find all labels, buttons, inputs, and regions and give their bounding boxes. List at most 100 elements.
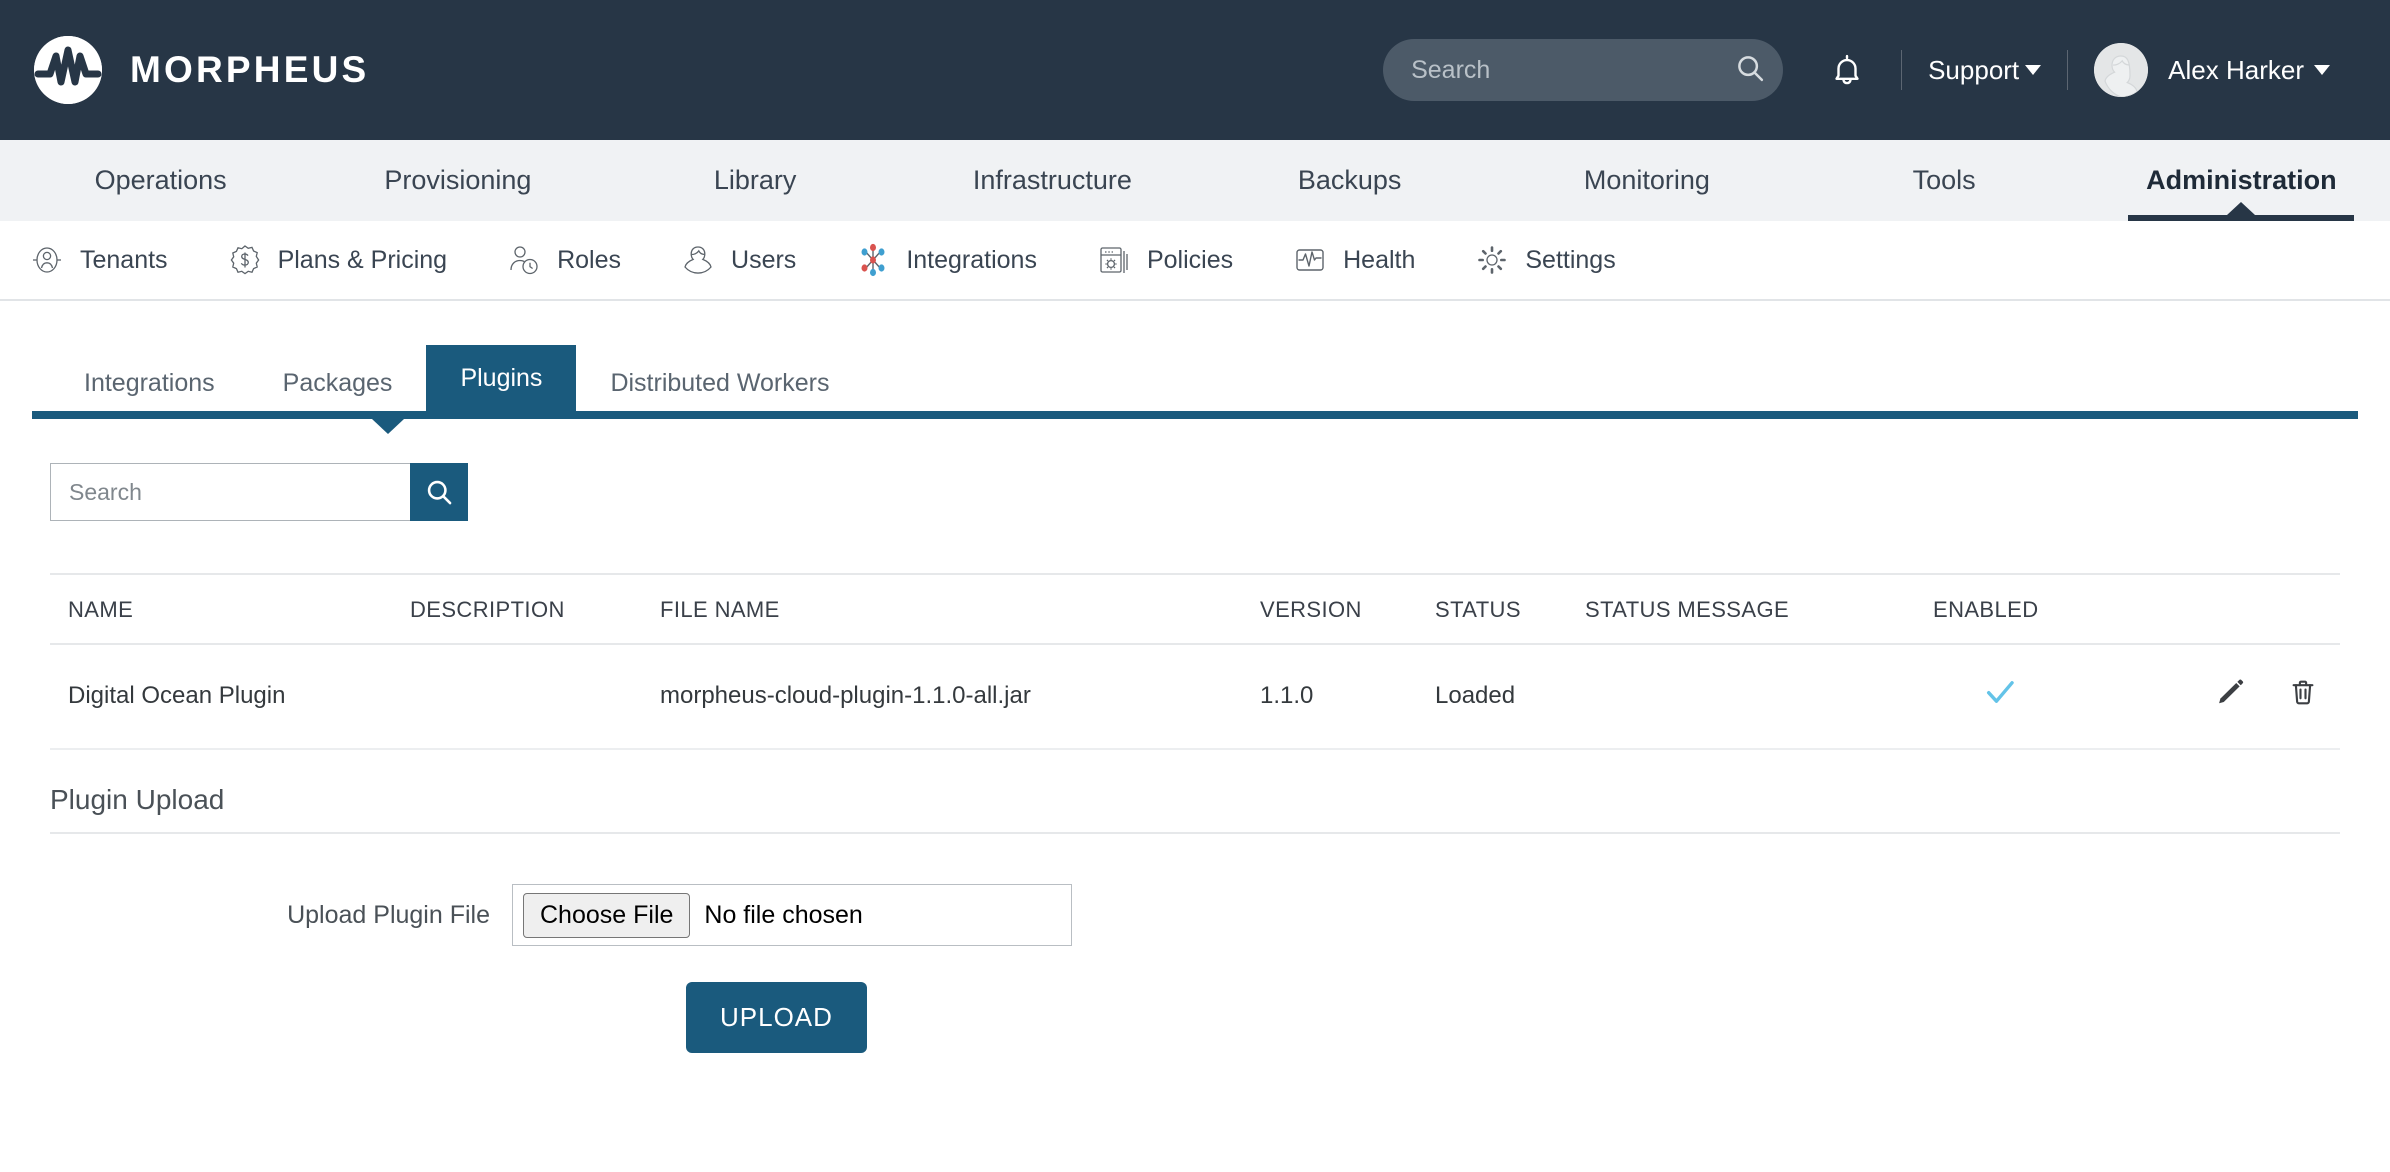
- plugin-upload-title: Plugin Upload: [50, 784, 2340, 834]
- subnav-item-users[interactable]: Users: [679, 241, 796, 279]
- subnav-item-roles[interactable]: Roles: [505, 241, 621, 279]
- subnav-item-integrations[interactable]: Integrations: [854, 241, 1037, 279]
- nav-item-monitoring[interactable]: Monitoring: [1498, 140, 1795, 221]
- plugin-file-input[interactable]: Choose File No file chosen: [512, 884, 1072, 946]
- tenant-person-circle-icon: [28, 241, 66, 279]
- nav-active-underline: [2128, 215, 2355, 221]
- user-name-block: Alex Harker: [2168, 55, 2330, 86]
- column-header-status-message[interactable]: STATUS MESSAGE: [1585, 573, 1915, 645]
- nav-label: Backups: [1297, 165, 1402, 195]
- tabs-accent-bar: [32, 411, 2358, 434]
- heartbeat-icon: [1291, 241, 1329, 279]
- dollar-badge-icon: [226, 241, 264, 279]
- nav-label: Monitoring: [1583, 165, 1710, 195]
- global-search[interactable]: [1383, 39, 1784, 101]
- primary-navigation: Operations Provisioning Library Infrastr…: [0, 140, 2390, 221]
- nav-item-administration[interactable]: Administration: [2093, 140, 2390, 221]
- column-header-file-name[interactable]: FILE NAME: [660, 573, 1260, 645]
- nav-label: Provisioning: [384, 165, 532, 195]
- tab-label: Distributed Workers: [610, 368, 830, 397]
- window-gear-icon: [1095, 241, 1133, 279]
- upload-plugin-file-label: Upload Plugin File: [287, 900, 490, 929]
- content-tabs: Integrations Packages Plugins Distribute…: [50, 345, 2340, 411]
- chevron-down-icon: [2025, 65, 2042, 75]
- subnav-label: Roles: [557, 245, 622, 274]
- nav-label: Library: [713, 165, 797, 195]
- search-icon[interactable]: [1735, 53, 1765, 88]
- subnav-item-plans-pricing[interactable]: Plans & Pricing: [226, 241, 448, 279]
- pencil-icon[interactable]: [2216, 677, 2246, 714]
- plugins-table: NAME DESCRIPTION FILE NAME VERSION STATU…: [50, 573, 2340, 750]
- subnav-item-policies[interactable]: Policies: [1095, 241, 1233, 279]
- support-menu[interactable]: Support: [1928, 54, 2042, 86]
- cell-actions: [2165, 644, 2340, 750]
- header-divider-2: [2067, 50, 2069, 90]
- cell-description: [410, 644, 660, 750]
- user-name-label: Alex Harker: [2168, 54, 2304, 85]
- cell-status-message: [1585, 644, 1915, 750]
- secondary-navigation: Tenants Plans & Pricing Roles Users Inte…: [0, 221, 2390, 301]
- subnav-label: Plans & Pricing: [277, 245, 448, 274]
- table-header-row: NAME DESCRIPTION FILE NAME VERSION STATU…: [50, 573, 2340, 645]
- nav-item-provisioning[interactable]: Provisioning: [309, 140, 606, 221]
- tab-packages[interactable]: Packages: [249, 355, 427, 411]
- plugins-search-row: [50, 463, 2340, 521]
- nav-label: Administration: [2146, 165, 2337, 195]
- nav-item-infrastructure[interactable]: Infrastructure: [904, 140, 1201, 221]
- nav-active-arrow-icon: [2227, 202, 2256, 215]
- nav-item-operations[interactable]: Operations: [12, 140, 309, 221]
- column-header-enabled[interactable]: ENABLED: [1915, 573, 2165, 645]
- subnav-item-health[interactable]: Health: [1291, 241, 1415, 279]
- row-action-icons: [2216, 677, 2318, 714]
- morpheus-waveform-logo-icon: [34, 36, 102, 104]
- tab-label: Packages: [282, 368, 393, 397]
- tab-integrations[interactable]: Integrations: [50, 355, 249, 411]
- column-header-status[interactable]: STATUS: [1435, 573, 1585, 645]
- upload-button-row: UPLOAD: [50, 982, 2340, 1053]
- table-row[interactable]: Digital Ocean Plugin morpheus-cloud-plug…: [50, 644, 2340, 750]
- cell-enabled: [1915, 644, 2165, 750]
- subnav-item-settings[interactable]: Settings: [1473, 241, 1616, 279]
- column-header-name[interactable]: NAME: [50, 573, 410, 645]
- column-header-description[interactable]: DESCRIPTION: [410, 573, 660, 645]
- global-search-input[interactable]: [1409, 54, 1736, 86]
- user-icon: [679, 241, 717, 279]
- active-tab-arrow-icon: [372, 419, 404, 434]
- column-header-version[interactable]: VERSION: [1260, 573, 1435, 645]
- subnav-label: Users: [731, 245, 797, 274]
- search-button[interactable]: [410, 463, 468, 521]
- tab-plugins[interactable]: Plugins: [426, 345, 577, 411]
- header-right-cluster: Support Alex Harker: [1383, 39, 2330, 101]
- upload-file-row: Upload Plugin File Choose File No file c…: [50, 884, 2340, 946]
- subnav-label: Settings: [1525, 245, 1616, 274]
- choose-file-button[interactable]: Choose File: [523, 892, 691, 938]
- subnav-item-tenants[interactable]: Tenants: [28, 241, 168, 279]
- top-header-bar: MORPHEUS Support: [0, 0, 2390, 140]
- tab-label: Plugins: [460, 363, 543, 392]
- tab-distributed-workers[interactable]: Distributed Workers: [576, 355, 863, 411]
- support-label: Support: [1928, 54, 2020, 85]
- trash-icon[interactable]: [2288, 677, 2318, 714]
- search-input[interactable]: [50, 463, 410, 521]
- user-menu[interactable]: Alex Harker: [2094, 43, 2330, 97]
- nav-item-backups[interactable]: Backups: [1201, 140, 1498, 221]
- gear-icon: [1473, 241, 1511, 279]
- column-header-actions: [2165, 573, 2340, 645]
- notifications-bell-icon[interactable]: [1819, 42, 1875, 98]
- brand-name: MORPHEUS: [130, 49, 370, 90]
- main-content: Integrations Packages Plugins Distribute…: [0, 345, 2390, 1053]
- cell-name: Digital Ocean Plugin: [50, 644, 410, 750]
- upload-button[interactable]: UPLOAD: [686, 982, 867, 1053]
- nav-item-library[interactable]: Library: [607, 140, 904, 221]
- chevron-down-icon: [2314, 65, 2330, 75]
- person-clock-icon: [505, 241, 543, 279]
- nav-label: Infrastructure: [972, 165, 1132, 195]
- cell-version: 1.1.0: [1260, 644, 1435, 750]
- brand-logo[interactable]: MORPHEUS: [34, 36, 369, 104]
- nav-item-tools[interactable]: Tools: [1796, 140, 2093, 221]
- table-body: Digital Ocean Plugin morpheus-cloud-plug…: [50, 644, 2340, 750]
- cell-status: Loaded: [1435, 644, 1585, 750]
- subnav-label: Tenants: [80, 245, 168, 274]
- subnav-label: Policies: [1146, 245, 1234, 274]
- header-divider-1: [1901, 50, 1903, 90]
